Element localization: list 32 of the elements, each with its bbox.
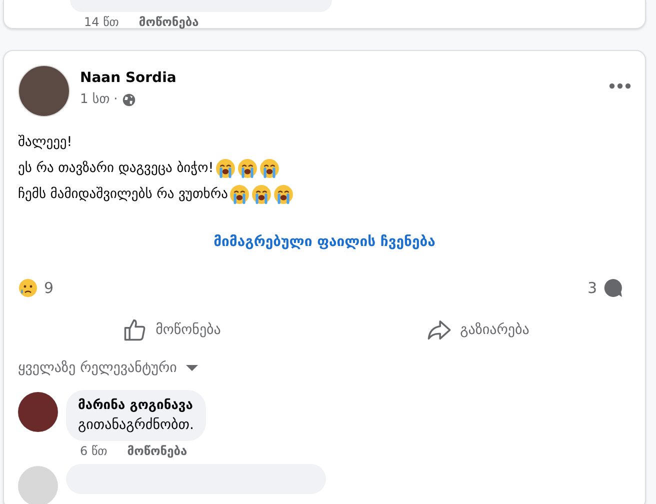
- like-button[interactable]: მოწონება: [18, 312, 324, 348]
- comment-time: 6 წთ: [80, 444, 108, 458]
- globe-icon: [122, 92, 136, 106]
- avatar[interactable]: [18, 65, 70, 117]
- crying-face-icon: [250, 184, 272, 204]
- comment-count[interactable]: 3: [587, 279, 597, 297]
- avatar[interactable]: [18, 392, 58, 432]
- commenter-name[interactable]: მარინა გოგინავა: [78, 398, 194, 413]
- more-options-icon[interactable]: [609, 83, 631, 89]
- like-link[interactable]: მოწონება: [138, 15, 199, 29]
- caret-icon: [184, 364, 199, 372]
- separator: ·: [114, 92, 118, 107]
- crying-face-icon: [236, 158, 258, 178]
- thumbs-up-icon: [122, 317, 148, 343]
- comment-bubble-icon: [603, 278, 623, 298]
- comment-text: გითანაგრძნობთ.: [78, 417, 194, 433]
- sad-face-icon[interactable]: [18, 278, 38, 298]
- author-name[interactable]: Naan Sordia: [80, 70, 609, 86]
- attachment-link[interactable]: მიმაგრებული ფაილის ჩვენება: [214, 234, 436, 250]
- crying-face-icon: [272, 184, 294, 204]
- post-time[interactable]: 1 სთ: [80, 92, 110, 107]
- crying-face-icon: [214, 158, 236, 178]
- sort-dropdown[interactable]: ყველაზე რელევანტური: [18, 356, 199, 380]
- comment-time: 14 წთ: [84, 15, 119, 29]
- crying-face-icon: [258, 158, 280, 178]
- share-button[interactable]: გაზიარება: [324, 312, 631, 348]
- like-link[interactable]: მოწონება: [127, 444, 188, 458]
- post-text: შალეეე!: [18, 133, 72, 152]
- post-text: ჩემს მამიდაშვილებს რა ვუთხრა: [18, 185, 228, 204]
- crying-face-icon: [228, 184, 250, 204]
- reaction-count[interactable]: 9: [44, 279, 54, 297]
- post-text: ეს რა თავზარი დაგვეცა ბიჭო!: [18, 159, 214, 178]
